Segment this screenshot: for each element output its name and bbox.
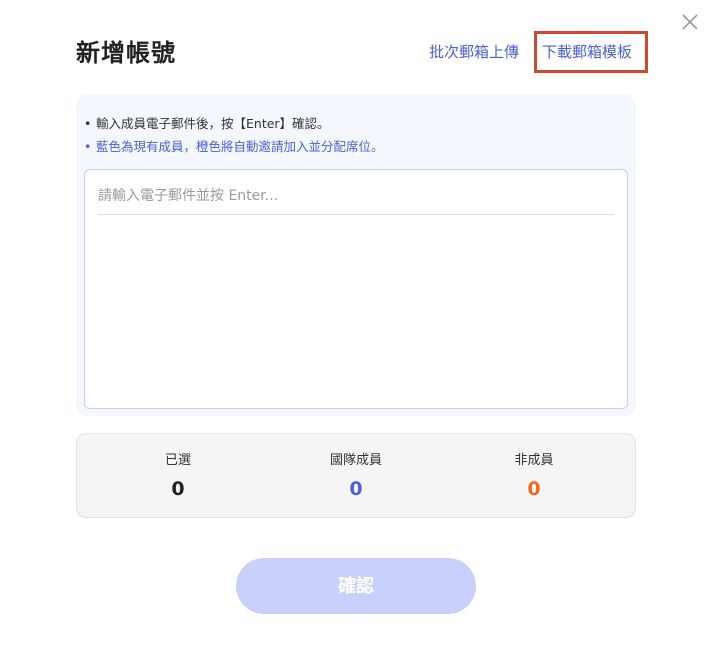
instruction-line-1: • 輸入成員電子郵件後，按【Enter】確認。 <box>84 116 330 131</box>
confirm-button[interactable]: 確認 <box>236 558 476 614</box>
stat-team-members-value: 0 <box>349 478 363 500</box>
dialog-title: 新增帳號 <box>76 39 176 67</box>
stat-non-members-value: 0 <box>527 478 541 500</box>
download-template-link[interactable]: 下載郵箱模板 <box>542 41 632 63</box>
stat-non-members-label: 非成員 <box>514 453 554 468</box>
add-account-dialog: 新增帳號 批次郵箱上傳 下載郵箱模板 • 輸入成員電子郵件後，按【Enter】確認… <box>0 0 708 649</box>
instruction-line-2: • 藍色為現有成員，橙色將自動邀請加入並分配席位。 <box>84 139 384 154</box>
close-icon[interactable] <box>680 12 700 32</box>
email-entry-panel: • 輸入成員電子郵件後，按【Enter】確認。 • 藍色為現有成員，橙色將自動邀請加… <box>76 94 636 416</box>
bulk-upload-link[interactable]: 批次郵箱上傳 <box>429 41 519 63</box>
stat-team-members-label: 國隊成員 <box>329 453 382 468</box>
email-list-box[interactable] <box>84 169 628 409</box>
stat-selected-label: 已選 <box>164 453 191 468</box>
stat-selected-value: 0 <box>171 478 185 500</box>
member-stats: 已選 0 國隊成員 0 非成員 0 <box>76 433 636 518</box>
email-input[interactable] <box>98 178 614 215</box>
